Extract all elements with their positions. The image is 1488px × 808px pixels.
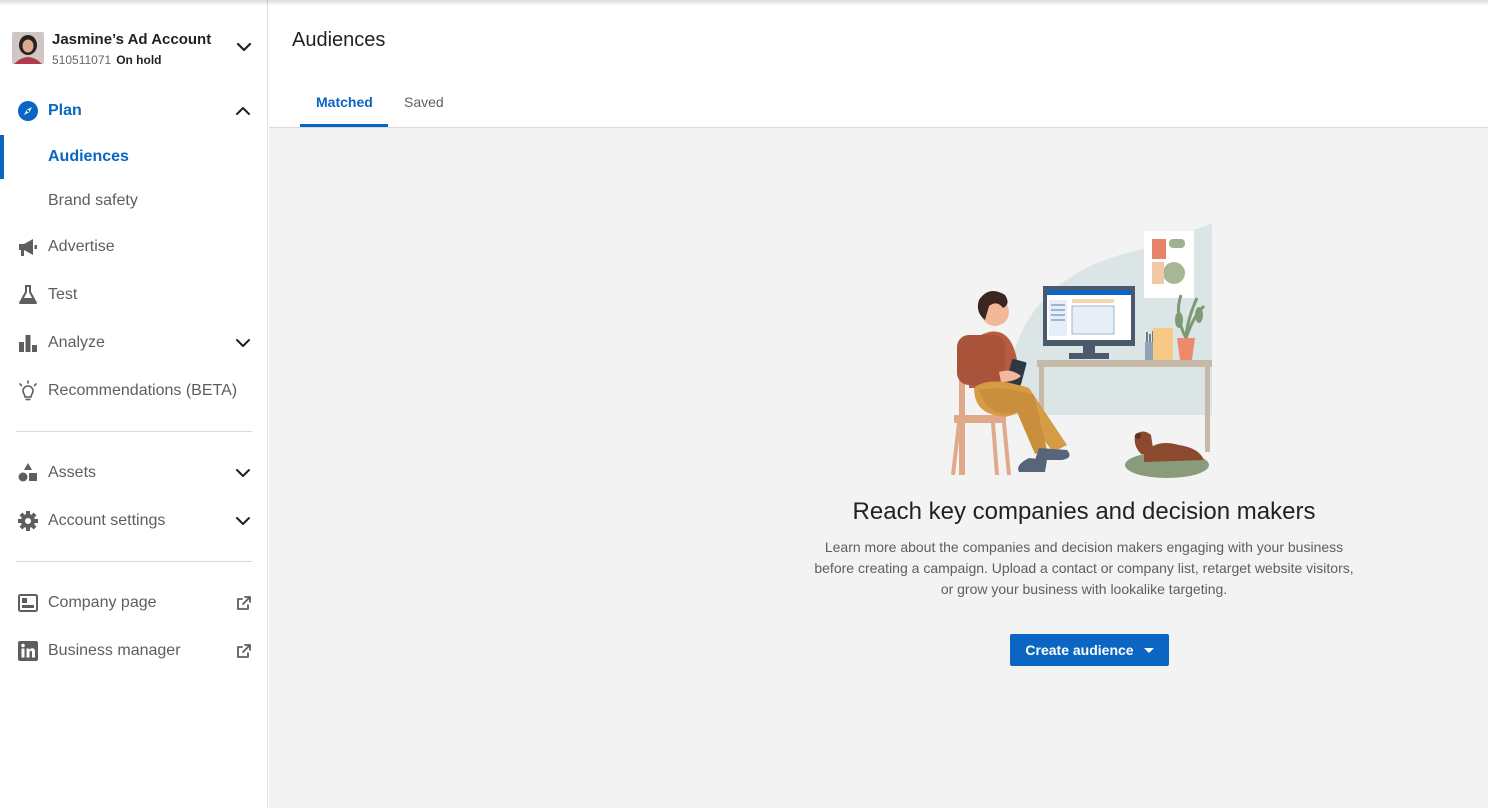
avatar: [12, 32, 44, 64]
description-line: Learn more about the companies and decis…: [824, 539, 1344, 555]
sidebar-item-recommendations[interactable]: Recommendations (BETA): [0, 371, 268, 411]
lightbulb-icon: [17, 380, 39, 402]
account-switcher[interactable]: Jasmine’s Ad Account 510511071 On hold: [0, 0, 268, 86]
chevron-down-icon: [236, 469, 250, 477]
company-page-icon: [17, 592, 39, 614]
sidebar-divider: [16, 561, 252, 562]
chevron-down-icon: [236, 517, 250, 525]
linkedin-icon: [17, 640, 39, 662]
description-line: before creating a campaign. Upload a con…: [814, 560, 1354, 576]
sidebar-item-label: Audiences: [48, 148, 129, 165]
chevron-up-icon: [236, 107, 250, 115]
sidebar-item-label: Advertise: [48, 238, 115, 255]
sidebar-item-label: Plan: [48, 102, 82, 119]
sidebar-item-label: Company page: [48, 594, 157, 611]
sidebar-item-label: Test: [48, 286, 78, 303]
page-header: Audiences Matched Saved: [269, 0, 1488, 128]
sidebar-item-brand-safety[interactable]: Brand safety: [0, 181, 268, 221]
tab-matched[interactable]: Matched: [316, 94, 373, 110]
top-shadow: [0, 0, 1488, 6]
account-name: Jasmine’s Ad Account: [52, 31, 212, 48]
sidebar-item-label: Brand safety: [48, 192, 138, 209]
sidebar-item-test[interactable]: Test: [0, 275, 268, 315]
external-link-icon: [237, 644, 251, 658]
active-tab-indicator: [300, 124, 388, 127]
sidebar-item-label: Business manager: [48, 642, 181, 659]
gear-icon: [17, 510, 39, 532]
empty-state-illustration: [949, 220, 1219, 482]
account-meta: 510511071 On hold: [52, 53, 162, 67]
sidebar-divider: [16, 431, 252, 432]
sidebar-item-label: Account settings: [48, 512, 166, 529]
shapes-icon: [17, 462, 39, 484]
tab-saved[interactable]: Saved: [404, 94, 444, 110]
sidebar-item-label: Recommendations (BETA): [48, 382, 238, 399]
sidebar-item-account-settings[interactable]: Account settings: [0, 501, 268, 541]
main-content: Audiences Matched Saved Reach key compan…: [269, 0, 1488, 808]
chevron-down-icon: [236, 339, 250, 347]
sidebar-item-label: Analyze: [48, 334, 105, 351]
caret-down-icon: [1143, 647, 1154, 653]
bar-chart-icon: [17, 332, 39, 354]
sidebar-item-business-manager[interactable]: Business manager: [0, 631, 268, 671]
create-audience-button[interactable]: Create audience: [1010, 634, 1169, 666]
account-id: 510511071: [52, 53, 112, 67]
sidebar-item-advertise[interactable]: Advertise: [0, 227, 268, 267]
megaphone-icon: [17, 236, 39, 258]
sidebar-item-assets[interactable]: Assets: [0, 453, 268, 493]
account-status: On hold: [116, 53, 162, 67]
sidebar: Jasmine’s Ad Account 510511071 On hold Pl…: [0, 0, 268, 808]
external-link-icon: [237, 596, 251, 610]
create-audience-label: Create audience: [1025, 642, 1134, 658]
sidebar-item-company-page[interactable]: Company page: [0, 583, 268, 623]
compass-icon: [17, 100, 39, 122]
sidebar-item-analyze[interactable]: Analyze: [0, 323, 268, 363]
description-line: or grow your business with lookalike tar…: [940, 581, 1228, 597]
empty-state-description: Learn more about the companies and decis…: [809, 537, 1359, 600]
empty-state-title: Reach key companies and decision makers: [852, 498, 1316, 525]
flask-icon: [17, 284, 39, 306]
chevron-down-icon[interactable]: [235, 40, 253, 54]
sidebar-item-label: Assets: [48, 464, 97, 481]
sidebar-item-audiences[interactable]: Audiences: [0, 135, 268, 179]
sidebar-item-plan[interactable]: Plan: [0, 91, 268, 131]
page-title: Audiences: [292, 29, 386, 51]
